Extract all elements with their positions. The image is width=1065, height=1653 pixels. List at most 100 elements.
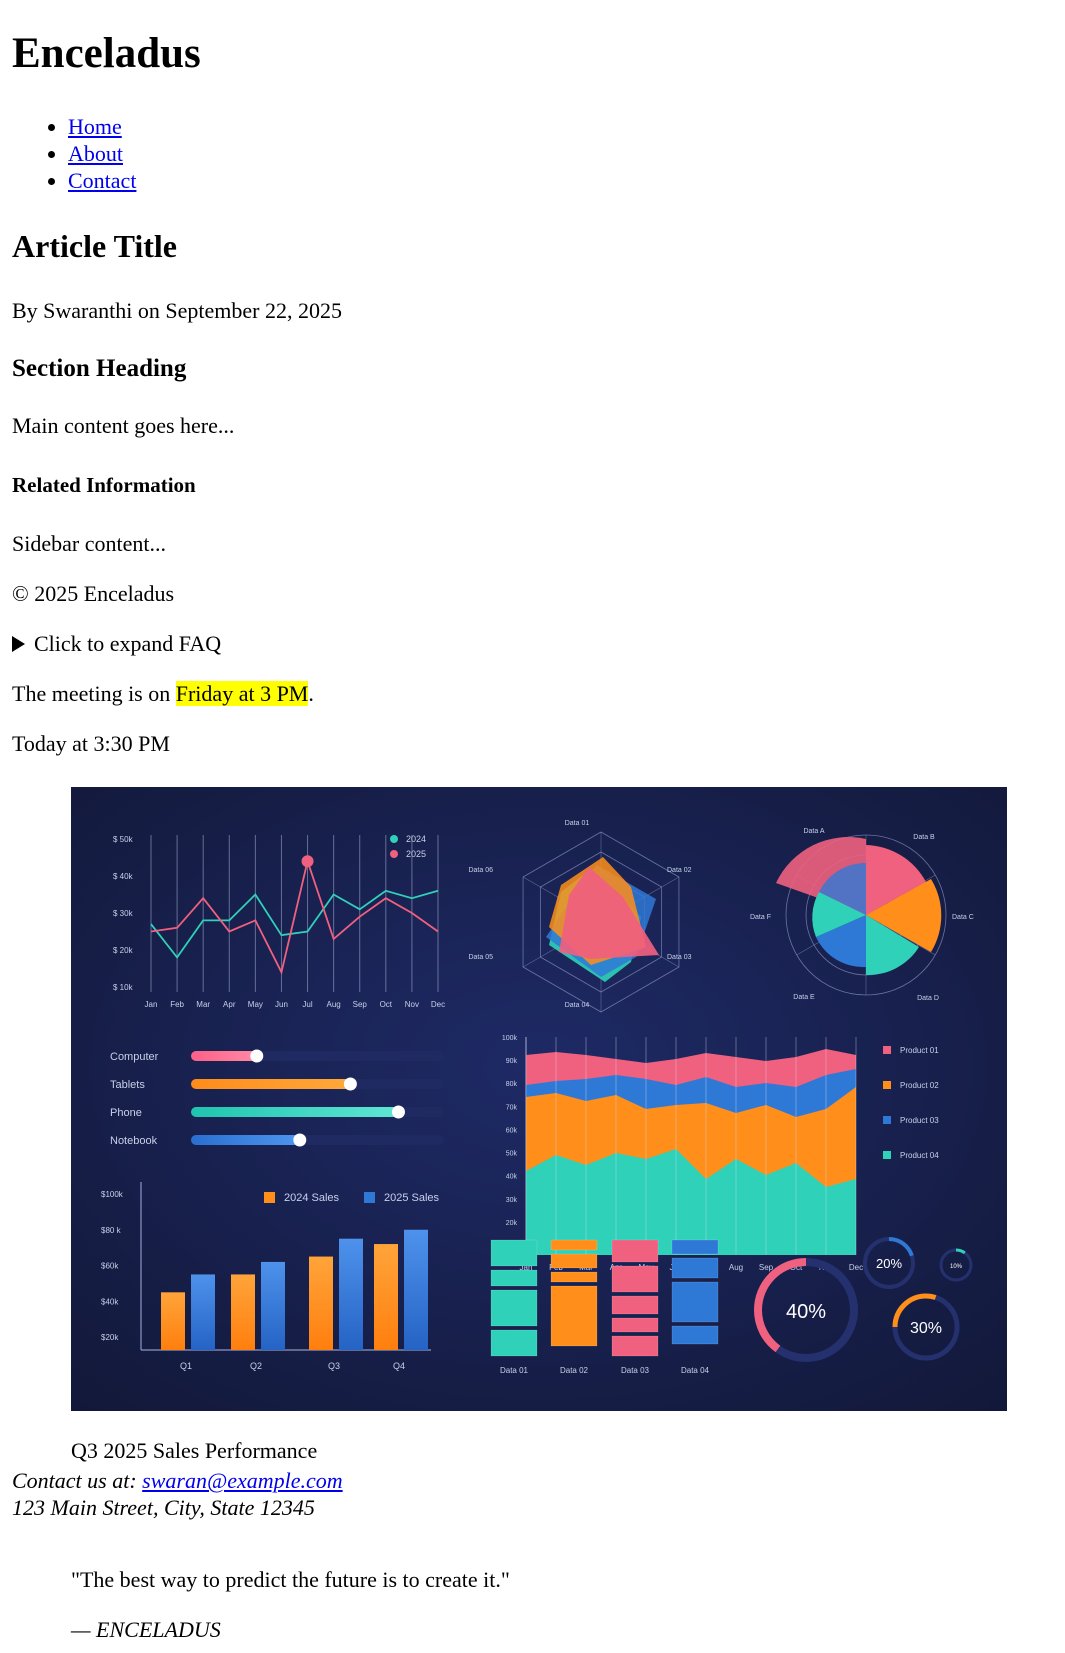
block-segment: [550, 1285, 598, 1347]
block-segment: [671, 1239, 719, 1255]
legend-2024-dot: [390, 835, 398, 843]
progress-label: Tablets: [110, 1079, 145, 1091]
legend-2025-dot: [390, 850, 398, 858]
bar-ytick-label: $80 k: [101, 1226, 122, 1235]
line-ytick-label: $ 50k: [113, 835, 134, 844]
block-segment: [490, 1289, 538, 1327]
contact-address: Contact us at: swaran@example.com 123 Mai…: [12, 1467, 343, 1521]
bar-ytick-label: $100k: [101, 1190, 124, 1199]
area-legend-label: Product 03: [900, 1116, 939, 1125]
block-column-label: Data 01: [500, 1366, 529, 1375]
progress-label: Computer: [110, 1051, 159, 1063]
area-ytick-label: 40k: [506, 1174, 518, 1181]
line-ytick-label: $ 20k: [113, 946, 134, 955]
bar-xtick-label: Q3: [328, 1361, 340, 1371]
area-ytick-label: 90k: [506, 1058, 518, 1065]
bar-2024-sales: [231, 1274, 255, 1350]
line-ytick-label: $ 40k: [113, 872, 134, 881]
area-legend-swatch: [883, 1151, 891, 1159]
blockquote-text: "The best way to predict the future is t…: [71, 1567, 510, 1592]
progress-fill: [191, 1079, 351, 1089]
faq-toggle[interactable]: Click to expand FAQ: [12, 631, 221, 657]
area-ytick-label: 100k: [502, 1035, 518, 1042]
nav-link-home[interactable]: Home: [68, 114, 122, 139]
area-ytick-label: 30k: [506, 1197, 518, 1204]
time-text: Today at 3:30 PM: [12, 731, 170, 756]
radar-axis-label: Data 02: [667, 867, 692, 874]
line-xtick-label: Feb: [170, 1000, 184, 1009]
dashboard-figure: $ 10k $ 20k $ 30k $ 40k $ 50k Jan Feb Mar Apr May…: [71, 787, 1007, 1411]
polar-axis-label: Data B: [913, 834, 935, 841]
block-column-label: Data 03: [621, 1366, 650, 1375]
donut-20-label: 20%: [876, 1256, 902, 1271]
block-segment: [611, 1239, 659, 1263]
progress-knob: [250, 1049, 264, 1063]
bar-ytick-label: $20k: [101, 1333, 119, 1342]
block-column-label: Data 02: [560, 1366, 589, 1375]
area-ytick-label: 70k: [506, 1104, 518, 1111]
radar-axis-label: Data 04: [565, 1002, 590, 1009]
legend-2024-sales-label: 2024 Sales: [284, 1192, 340, 1204]
meeting-prefix: The meeting is on: [12, 681, 176, 706]
line-xtick-label: May: [248, 1000, 263, 1009]
polar-axis-label: Data F: [750, 914, 771, 921]
block-segment: [490, 1329, 538, 1357]
radar-axis-label: Data 05: [468, 954, 493, 961]
sidebar-heading: Related Information: [12, 473, 196, 497]
polar-axis-label: Data C: [952, 914, 974, 921]
radar-axis-label: Data 06: [468, 867, 493, 874]
bar-2024-sales: [161, 1292, 185, 1350]
line-xtick-label: Sep: [353, 1000, 368, 1009]
bar-2025-sales: [339, 1238, 363, 1350]
donut-10-label: 10%: [950, 1264, 963, 1270]
progress-fill: [191, 1135, 300, 1145]
progress-knob: [293, 1133, 307, 1147]
contact-email-link[interactable]: swaran@example.com: [142, 1468, 342, 1493]
street-address: 123 Main Street, City, State 12345: [12, 1495, 315, 1520]
bar-2025-sales: [404, 1229, 428, 1350]
block-segment: [550, 1271, 598, 1283]
legend-2025-label: 2025: [406, 849, 426, 859]
block-segment: [611, 1317, 659, 1333]
legend-2024-label: 2024: [406, 834, 426, 844]
nav-link-about[interactable]: About: [68, 141, 123, 166]
line-xtick-label: Apr: [223, 1000, 236, 1009]
block-segment: [671, 1257, 719, 1279]
area-ytick-label: 60k: [506, 1127, 518, 1134]
meeting-text: The meeting is on Friday at 3 PM.: [12, 681, 314, 707]
line-xtick-label: Aug: [327, 1000, 341, 1009]
block-segment: [611, 1335, 659, 1357]
polar-axis-label: Data E: [793, 994, 815, 1001]
sales-dashboard-image: $ 10k $ 20k $ 30k $ 40k $ 50k Jan Feb Mar Apr May…: [71, 787, 1007, 1411]
line-xtick-label: Dec: [431, 1000, 445, 1009]
bar-ytick-label: $60k: [101, 1262, 119, 1271]
area-xtick-label: Dec: [849, 1263, 863, 1272]
bar-2024-sales: [309, 1256, 333, 1350]
main-content-text: Main content goes here...: [12, 413, 235, 438]
line-xtick-label: Nov: [405, 1000, 419, 1009]
legend-2024-sales-swatch: [264, 1192, 275, 1203]
block-segment: [490, 1239, 538, 1267]
disclosure-triangle-icon: [12, 636, 25, 652]
area-legend-label: Product 04: [900, 1151, 939, 1160]
nav-link-contact[interactable]: Contact: [68, 168, 136, 193]
progress-fill: [191, 1107, 399, 1117]
area-legend-label: Product 02: [900, 1081, 939, 1090]
donut-40-label: 40%: [786, 1301, 826, 1323]
bar-2025-sales: [261, 1261, 285, 1350]
bar-xtick-label: Q1: [180, 1361, 192, 1371]
block-segment: [671, 1325, 719, 1345]
line-xtick-label: Oct: [380, 1000, 393, 1009]
block-segment: [611, 1265, 659, 1293]
line-xtick-label: Mar: [196, 1000, 210, 1009]
area-legend-label: Product 01: [900, 1046, 939, 1055]
block-segment: [490, 1269, 538, 1287]
main-nav: Home About Contact: [12, 113, 136, 194]
area-legend-swatch: [883, 1081, 891, 1089]
sidebar-text: Sidebar content...: [12, 531, 166, 556]
article-title: Article Title: [12, 228, 177, 264]
line-ytick-label: $ 30k: [113, 909, 134, 918]
line-xtick-label: Jan: [145, 1000, 158, 1009]
contact-prefix: Contact us at:: [12, 1468, 143, 1493]
area-xtick-label: Aug: [729, 1263, 743, 1272]
